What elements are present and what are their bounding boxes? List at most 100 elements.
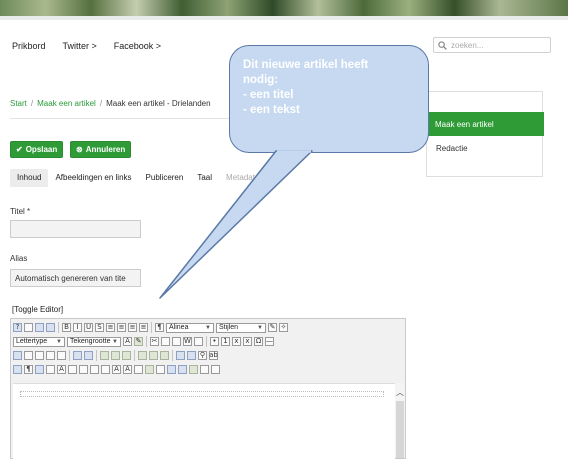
save-button[interactable]: ✔ Opslaan	[10, 141, 64, 158]
strikethrough-icon[interactable]: S	[95, 323, 104, 332]
breadcrumb-start[interactable]: Start	[10, 99, 27, 108]
cut-icon[interactable]: ✂	[150, 337, 159, 346]
superscript-icon[interactable]: x	[243, 337, 252, 346]
bold-icon[interactable]: B	[62, 323, 71, 332]
breadcrumb-current: Maak een artikel - Drielanden	[106, 99, 211, 108]
article-icon[interactable]	[178, 365, 187, 374]
redo-icon[interactable]	[46, 323, 55, 332]
sidebar-item-redactie[interactable]: Redactie	[427, 136, 544, 160]
numbered-list-icon[interactable]: 1	[221, 337, 230, 346]
nav-item-prikbord[interactable]: Prikbord	[12, 41, 46, 51]
editor-toolbar-row-2: Lettertype ▼ Tekengrootte ▼ A ✎ ✂ W • 1 x …	[13, 335, 274, 348]
readmore-icon[interactable]	[156, 365, 165, 374]
ins-icon[interactable]	[90, 365, 99, 374]
horizontal-rule-icon[interactable]: —	[265, 337, 274, 346]
visual-aid-icon[interactable]	[13, 365, 22, 374]
breadcrumb-parent[interactable]: Maak een artikel	[37, 99, 96, 108]
tab-taal[interactable]: Taal	[190, 169, 219, 187]
editor-content-area[interactable]	[13, 383, 395, 459]
text-color-icon[interactable]: A	[123, 337, 132, 346]
search-input[interactable]	[451, 40, 541, 50]
align-left-icon[interactable]: ≡	[106, 323, 115, 332]
show-blocks-icon[interactable]: ¶	[24, 365, 33, 374]
acronym-icon[interactable]	[79, 365, 88, 374]
styles-select[interactable]: Stijlen ▼	[216, 322, 266, 333]
link-icon[interactable]	[73, 351, 82, 360]
size-select[interactable]: Tekengrootte ▼	[67, 336, 121, 347]
new-document-icon[interactable]	[24, 323, 33, 332]
table-row-icon[interactable]	[111, 351, 120, 360]
attribs-icon[interactable]: A	[123, 365, 132, 374]
font-select-value: Lettertype	[16, 337, 48, 345]
special-char-icon[interactable]: Ω	[254, 337, 263, 346]
print-icon[interactable]	[46, 351, 55, 360]
align-right-icon[interactable]: ≡	[128, 323, 137, 332]
format-select-value: Alinea	[169, 323, 189, 331]
preview-icon[interactable]	[57, 351, 66, 360]
title-field[interactable]	[10, 220, 141, 238]
table-delete-icon[interactable]	[160, 351, 169, 360]
paragraph-icon[interactable]: ¶	[155, 323, 164, 332]
nav-item-twitter[interactable]: Twitter >	[63, 41, 97, 51]
spellcheck-icon[interactable]	[189, 365, 198, 374]
breadcrumb: Start / Maak een artikel / Maak een artikel …	[10, 99, 211, 108]
scrollbar-thumb[interactable]	[396, 401, 404, 458]
del-icon[interactable]	[101, 365, 110, 374]
cleanup-icon[interactable]: ✧	[279, 323, 288, 332]
toggle-editor-link[interactable]: [Toggle Editor]	[12, 305, 63, 314]
template-icon[interactable]	[46, 365, 55, 374]
bullet-list-icon[interactable]: •	[210, 337, 219, 346]
table-col-icon[interactable]	[122, 351, 131, 360]
subscript-icon[interactable]: x	[232, 337, 241, 346]
callout-line-2: nodig:	[243, 74, 279, 86]
align-center-icon[interactable]: ≡	[117, 323, 126, 332]
layer-icon[interactable]	[134, 365, 143, 374]
insert-image-icon[interactable]	[35, 351, 44, 360]
style-icon[interactable]: A	[112, 365, 121, 374]
insert-layer-icon[interactable]	[145, 365, 154, 374]
scroll-up-icon[interactable]: ︿	[396, 387, 404, 398]
callout-line-1: Dit nieuwe artikel heeft	[243, 59, 369, 71]
tab-metadata[interactable]: Metadata	[219, 169, 266, 187]
replace-icon[interactable]: ab	[209, 351, 218, 360]
tab-afbeeldingen[interactable]: Afbeeldingen en links	[48, 169, 138, 187]
search-replace-icon[interactable]	[24, 351, 33, 360]
format-select[interactable]: Alinea ▼	[166, 322, 214, 333]
font-select[interactable]: Lettertype ▼	[13, 336, 65, 347]
binoculars-icon[interactable]: ⚲	[198, 351, 207, 360]
image-manager-icon[interactable]	[200, 365, 209, 374]
table-merge-icon[interactable]	[138, 351, 147, 360]
nonbreaking-icon[interactable]	[211, 365, 220, 374]
nav-item-facebook[interactable]: Facebook >	[114, 41, 161, 51]
code-icon[interactable]	[35, 365, 44, 374]
media-icon[interactable]	[187, 351, 196, 360]
paste-icon[interactable]	[172, 337, 181, 346]
alias-field[interactable]: Automatisch genereren van tite	[10, 269, 141, 287]
italic-icon[interactable]: I	[73, 323, 82, 332]
undo-icon[interactable]	[35, 323, 44, 332]
editor-toolbar-row-1: ? B I U S ≡ ≡ ≡ ≡ ¶ Alinea ▼ Stijlen ▼ ✎ ✧	[13, 321, 288, 334]
cancel-button[interactable]: ⊗ Annuleren	[70, 141, 132, 158]
help-icon[interactable]: ?	[13, 323, 22, 332]
editor-scrollbar[interactable]: ︿	[395, 383, 405, 458]
sidebar-item-maak-artikel[interactable]: Maak een artikel	[426, 112, 544, 136]
tab-inhoud[interactable]: Inhoud	[10, 169, 49, 187]
unlink-icon[interactable]	[84, 351, 93, 360]
anchor-icon[interactable]	[176, 351, 185, 360]
underline-icon[interactable]: U	[84, 323, 93, 332]
table-split-icon[interactable]	[149, 351, 158, 360]
eraser-icon[interactable]: ✎	[268, 323, 277, 332]
abbr-icon[interactable]: A	[57, 365, 66, 374]
paste-word-icon[interactable]: W	[183, 337, 192, 346]
table-icon[interactable]	[100, 351, 109, 360]
fullscreen-icon[interactable]	[13, 351, 22, 360]
search-box[interactable]	[433, 37, 551, 53]
align-justify-icon[interactable]: ≡	[139, 323, 148, 332]
cite-icon[interactable]	[68, 365, 77, 374]
copy-icon[interactable]	[161, 337, 170, 346]
save-button-label: Opslaan	[25, 145, 58, 154]
pagebreak-icon[interactable]	[167, 365, 176, 374]
highlight-icon[interactable]: ✎	[134, 337, 143, 346]
paste-text-icon[interactable]	[194, 337, 203, 346]
tab-publiceren[interactable]: Publiceren	[139, 169, 191, 187]
